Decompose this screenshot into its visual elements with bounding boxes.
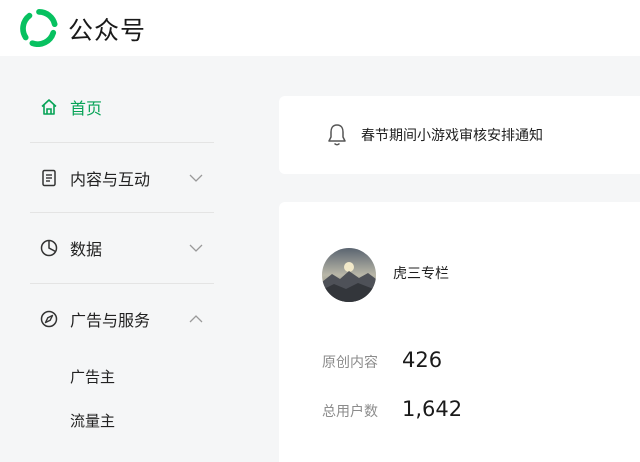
avatar[interactable] <box>322 248 376 302</box>
account-card: 虎三专栏 原创内容 426 总用户数 1,642 <box>279 202 640 462</box>
bell-icon <box>328 124 346 146</box>
notice-text[interactable]: 春节期间小游戏审核安排通知 <box>361 125 543 145</box>
sidebar-item-data[interactable]: 数据 <box>30 213 214 283</box>
sidebar-item-label: 内容与互动 <box>70 170 151 189</box>
home-icon <box>41 99 57 115</box>
account-name[interactable]: 虎三专栏 <box>393 263 449 283</box>
wechat-official-account-logo-icon[interactable] <box>20 9 58 47</box>
sidebar-item-label: 首页 <box>70 99 103 118</box>
stat-label-original: 原创内容 <box>322 355 378 371</box>
chevron-down-icon <box>189 174 203 182</box>
chevron-down-icon <box>189 244 203 252</box>
pie-chart-icon <box>40 239 58 257</box>
chevron-up-icon <box>189 315 203 323</box>
top-bar: 公众号 <box>0 0 640 56</box>
sidebar-item-content-interaction[interactable]: 内容与互动 <box>30 143 214 213</box>
sidebar-subitem-advertiser[interactable]: 广告主 <box>70 366 115 387</box>
sidebar-item-label: 数据 <box>70 240 103 259</box>
document-icon <box>42 169 56 187</box>
sidebar-item-ads-services[interactable]: 广告与服务 <box>30 284 214 354</box>
sidebar-item-home[interactable]: 首页 <box>30 72 214 142</box>
sidebar-item-label: 广告与服务 <box>70 311 151 330</box>
stat-value-total-users: 1,642 <box>402 397 463 421</box>
compass-icon <box>40 310 58 328</box>
notice-card[interactable]: 春节期间小游戏审核安排通知 <box>279 96 640 174</box>
sidebar-subitem-publisher[interactable]: 流量主 <box>70 410 115 431</box>
stat-label-total-users: 总用户数 <box>322 404 378 420</box>
stat-value-original: 426 <box>402 348 443 372</box>
brand-title: 公众号 <box>68 16 147 45</box>
